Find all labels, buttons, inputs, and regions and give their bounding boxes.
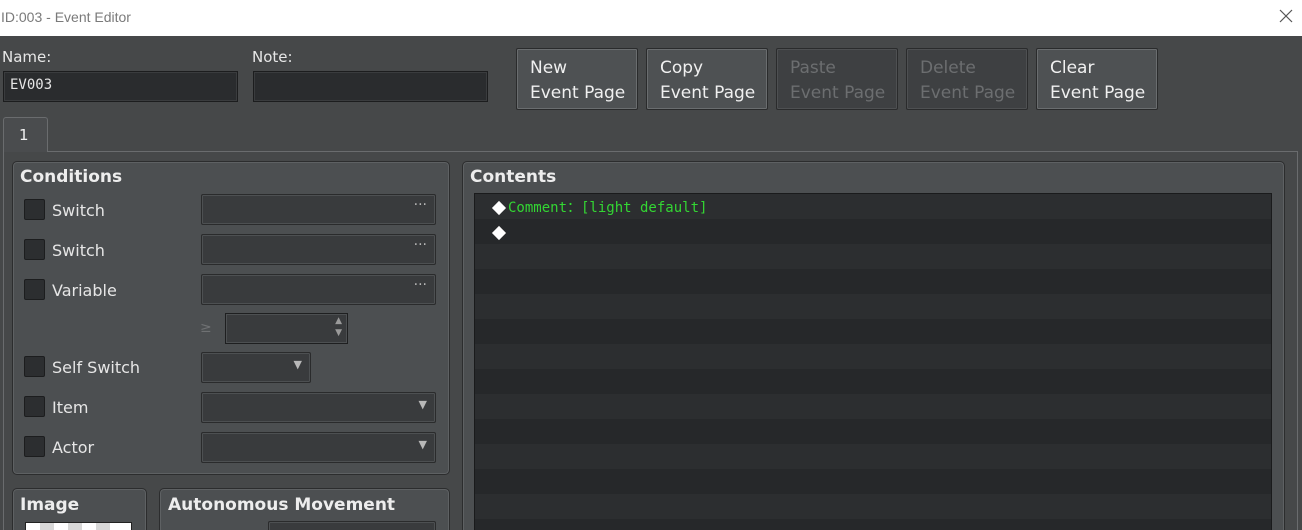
button-label-line2: Event Page [920, 83, 1016, 103]
contents-title: Contents [470, 167, 557, 187]
button-label-line2: Event Page [660, 83, 756, 103]
variable-amount-spinner[interactable]: ▲ ▼ [225, 313, 348, 344]
switch1-select[interactable]: ··· [201, 194, 436, 225]
name-value: EV003 [10, 77, 53, 93]
button-label-line1: Copy [660, 58, 704, 78]
item-label: Item [52, 398, 89, 417]
ellipsis-icon: ··· [413, 197, 427, 213]
variable-operator: ≥ [200, 320, 212, 336]
note-input[interactable] [253, 71, 488, 102]
self-switch-checkbox[interactable] [24, 356, 45, 377]
autonomous-movement-title: Autonomous Movement [168, 495, 396, 515]
movement-type-select[interactable] [268, 521, 436, 530]
switch2-checkbox[interactable] [24, 239, 45, 260]
spin-down-icon[interactable]: ▼ [335, 328, 342, 338]
switch2-select[interactable]: ··· [201, 234, 436, 265]
self-switch-label: Self Switch [52, 358, 141, 377]
actor-label: Actor [52, 438, 95, 457]
clear-event-page-button[interactable]: Clear Event Page [1036, 48, 1158, 110]
variable-select[interactable]: ··· [201, 274, 436, 305]
actor-select[interactable]: ▼ [201, 432, 436, 463]
event-image-preview[interactable] [25, 522, 132, 530]
self-switch-select[interactable]: ▼ [201, 352, 311, 383]
conditions-title: Conditions [20, 167, 123, 187]
title-bar: ID:003 - Event Editor [0, 0, 1302, 36]
dropdown-arrow-icon: ▼ [418, 438, 427, 451]
delete-event-page-button[interactable]: Delete Event Page [906, 48, 1028, 110]
button-label-line1: Paste [790, 58, 836, 78]
dropdown-arrow-icon: ▼ [293, 358, 302, 371]
window-title: ID:003 - Event Editor [1, 9, 131, 25]
button-label-line1: Delete [920, 58, 976, 78]
item-select[interactable]: ▼ [201, 392, 436, 423]
dropdown-arrow-icon: ▼ [418, 398, 427, 411]
copy-event-page-button[interactable]: Copy Event Page [646, 48, 768, 110]
command-list[interactable]: Comment：[light default] [474, 193, 1272, 530]
item-checkbox[interactable] [24, 396, 45, 417]
variable-checkbox[interactable] [24, 279, 45, 300]
command-row-comment[interactable]: Comment：[light default] [508, 196, 707, 221]
button-label-line2: Event Page [1050, 83, 1146, 103]
switch1-label: Switch [52, 201, 105, 220]
image-title: Image [20, 495, 80, 515]
tab-label: 1 [19, 126, 29, 144]
button-label-line1: Clear [1050, 58, 1095, 78]
switch1-checkbox[interactable] [24, 199, 45, 220]
button-label-line2: Event Page [530, 83, 626, 103]
ellipsis-icon: ··· [413, 237, 427, 253]
tab-divider [48, 151, 1298, 152]
note-label: Note: [252, 48, 293, 66]
name-input[interactable]: EV003 [3, 71, 238, 102]
name-label: Name: [2, 48, 52, 66]
button-label-line2: Event Page [790, 83, 886, 103]
actor-checkbox[interactable] [24, 436, 45, 457]
new-event-page-button[interactable]: New Event Page [516, 48, 638, 110]
spin-up-icon[interactable]: ▲ [335, 316, 342, 326]
ellipsis-icon: ··· [413, 277, 427, 293]
switch2-label: Switch [52, 241, 105, 260]
button-label-line1: New [530, 58, 568, 78]
variable-label: Variable [52, 281, 117, 300]
close-icon[interactable] [1278, 8, 1294, 24]
paste-event-page-button[interactable]: Paste Event Page [776, 48, 898, 110]
tab-page-1[interactable]: 1 [3, 117, 48, 152]
